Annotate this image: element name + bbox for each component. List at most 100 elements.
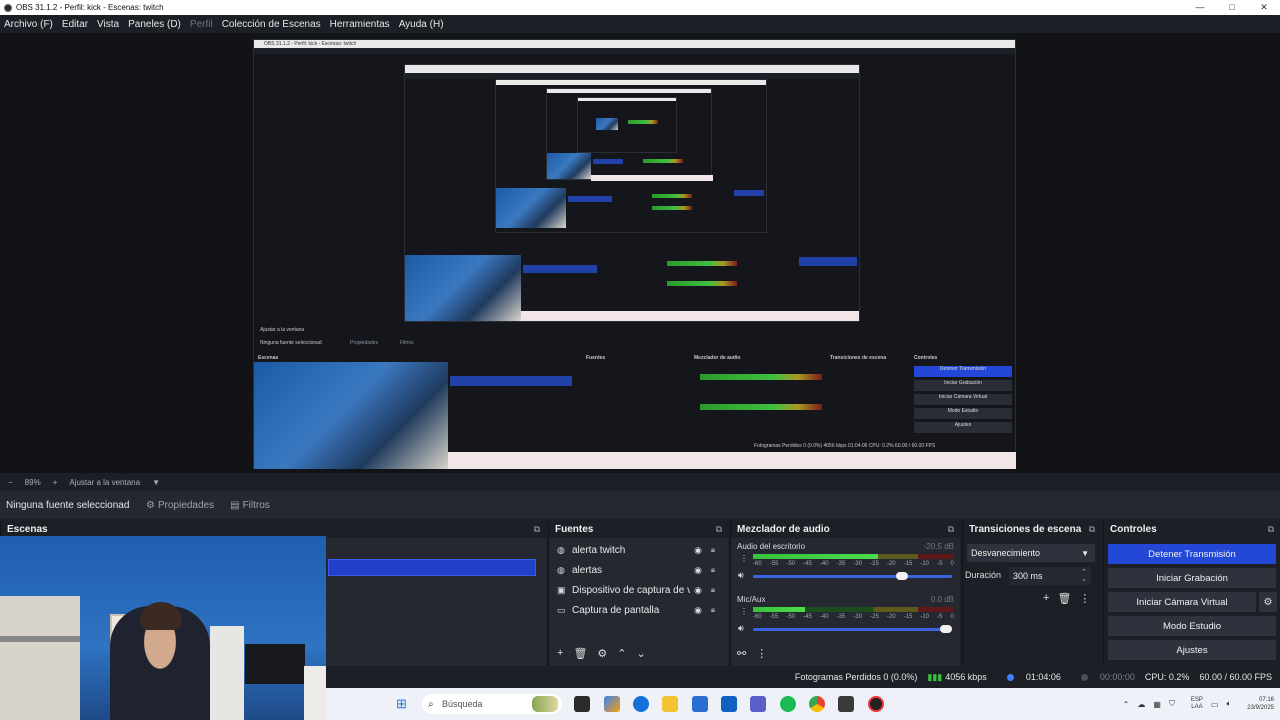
teams-icon[interactable] — [750, 696, 766, 712]
controls-dock: Controles ⧉ Detener Transmisión Iniciar … — [1103, 521, 1280, 666]
outlook-icon[interactable] — [721, 696, 737, 712]
eye-icon[interactable]: ◉ — [690, 565, 706, 576]
store-icon[interactable] — [692, 696, 708, 712]
trash-icon[interactable]: 🗑︎ — [573, 647, 587, 660]
mixer-channel-desktop: Audio del escritorio -20.5 dB ⋮ -60 -55 -5… — [731, 542, 960, 590]
start-virtual-camera-button[interactable]: Iniciar Cámara Virtual — [1108, 592, 1256, 612]
lock-icon[interactable]: 🔒︎ — [706, 565, 720, 575]
clock[interactable]: 07:16 23/9/2025 — [1239, 696, 1274, 712]
dock-undock-icon[interactable]: ⧉ — [534, 524, 540, 535]
gear-icon[interactable]: ⚙ — [597, 647, 607, 660]
menu-vista[interactable]: Vista — [97, 19, 119, 30]
lock-icon[interactable]: 🔒︎ — [706, 605, 720, 615]
start-recording-button[interactable]: Iniciar Grabación — [1108, 568, 1276, 588]
chevron-up-icon[interactable]: ⌃ — [617, 647, 626, 660]
source-item[interactable]: ◍ alerta twitch ◉ 🔒︎ — [549, 540, 728, 560]
menu-paneles[interactable]: Paneles (D) — [128, 19, 181, 30]
volume-slider[interactable] — [753, 625, 952, 633]
stop-stream-button[interactable]: Detener Transmisión — [1108, 544, 1276, 564]
zoom-in-button[interactable]: + — [53, 478, 58, 487]
add-source-icon[interactable]: + — [557, 647, 563, 659]
meter-ticks: -60 -55 -50 -45 -40 -35 -30 -25 -20 -15 -10 -5 0 — [753, 561, 954, 569]
volume-icon[interactable]: 🔊︎ — [738, 570, 744, 581]
dropped-frames: Fotogramas Perdidos 0 (0.0%) — [794, 672, 918, 682]
obs-icon[interactable] — [868, 696, 884, 712]
eye-icon[interactable]: ◉ — [690, 585, 706, 596]
minimize-button[interactable]: — — [1184, 0, 1216, 15]
more-options-icon[interactable]: ⋮ — [1079, 592, 1090, 605]
maximize-button[interactable]: □ — [1216, 0, 1248, 15]
app-icon[interactable] — [838, 696, 854, 712]
taskbar-search[interactable]: ⌕ Búsqueda — [422, 694, 562, 714]
scene-item-selected[interactable] — [328, 559, 536, 576]
menu-herramientas[interactable]: Herramientas — [330, 19, 390, 30]
dock-undock-icon[interactable]: ⧉ — [948, 524, 954, 535]
spotify-icon[interactable] — [780, 696, 796, 712]
lock-icon[interactable]: 🔒︎ — [706, 545, 720, 555]
chrome-icon[interactable] — [809, 696, 825, 712]
source-item[interactable]: ▭ Captura de pantalla ◉ 🔒︎ — [549, 600, 728, 620]
task-view-icon[interactable] — [574, 696, 590, 712]
spinner-icon[interactable]: ⌃ ⌄ — [1081, 569, 1087, 583]
dock-undock-icon[interactable]: ⧉ — [1089, 524, 1095, 535]
nested-studio-button: Modo Estudio — [914, 408, 1012, 419]
filters-button[interactable]: ▤ Filtros — [230, 500, 270, 511]
more-options-icon[interactable]: ⋮ — [756, 647, 767, 660]
network-icon[interactable]: ▦ — [1153, 700, 1161, 709]
dock-undock-icon[interactable]: ⧉ — [1268, 524, 1274, 535]
security-icon[interactable]: ⛉ — [1169, 699, 1175, 709]
settings-button[interactable]: Ajustes — [1108, 640, 1276, 660]
trash-icon[interactable]: 🗑︎ — [1057, 592, 1071, 605]
lock-icon[interactable]: 🔒︎ — [706, 585, 720, 595]
speaker-icon[interactable]: 🔈︎ — [1226, 699, 1231, 709]
menu-archivo[interactable]: Archivo (F) — [4, 19, 53, 30]
dock-undock-icon[interactable]: ⧉ — [716, 524, 722, 535]
link-icon[interactable]: ⚯ — [737, 647, 746, 660]
chevron-down-icon[interactable]: ⌄ — [637, 647, 646, 660]
volume-slider-knob[interactable] — [940, 625, 952, 633]
transition-select[interactable]: Desvanecimiento ▼ — [967, 544, 1095, 562]
eye-icon[interactable]: ◉ — [690, 545, 706, 556]
source-item[interactable]: ◍ alertas ◉ 🔒︎ — [549, 560, 728, 580]
language-indicator[interactable]: ESP LAA — [1183, 697, 1203, 711]
nested-obs-window-level4 — [546, 88, 713, 181]
zoom-value: 89% — [24, 477, 41, 487]
volume-slider[interactable] — [753, 572, 952, 580]
source-item[interactable]: ▣ Dispositivo de captura de vídeo ◉ 🔒︎ — [549, 580, 728, 600]
audio-meter-level — [753, 607, 806, 612]
properties-button[interactable]: ⚙ Propiedades — [146, 500, 214, 511]
duration-input[interactable]: 300 ms ⌃ ⌄ — [1009, 567, 1091, 585]
studio-mode-button[interactable]: Modo Estudio — [1108, 616, 1276, 636]
display-icon[interactable]: ▭ — [1211, 700, 1219, 709]
meter-tick-label: -40 — [819, 561, 829, 567]
edge-icon[interactable] — [633, 696, 649, 712]
cloud-icon[interactable]: ☁ — [1137, 700, 1145, 709]
add-transition-icon[interactable]: + — [1043, 592, 1049, 605]
virtual-camera-settings-icon[interactable]: ⚙ — [1259, 592, 1277, 612]
copilot-icon[interactable] — [604, 696, 620, 712]
nested3-meter-1 — [652, 194, 692, 198]
menu-editar[interactable]: Editar — [62, 19, 88, 30]
windows-start-icon[interactable]: ⊞ — [396, 697, 412, 711]
menu-perfil[interactable]: Perfil — [190, 19, 213, 30]
preview-canvas[interactable]: OBS 31.1.2 - Perfil: kick - Escenas: twi… — [0, 33, 1280, 473]
signal-icon: ▮▮▮ — [927, 671, 943, 682]
fit-to-window-label[interactable]: Ajustar a la ventana — [69, 478, 140, 487]
zoom-out-button[interactable]: − — [8, 478, 13, 487]
nested-scenes-title: Escenas — [258, 355, 279, 361]
webcam-shelf-board — [0, 636, 80, 642]
close-button[interactable]: ✕ — [1248, 0, 1280, 15]
chevron-up-icon[interactable]: ⌃ — [1123, 700, 1130, 709]
eye-icon[interactable]: ◉ — [690, 605, 706, 616]
file-explorer-icon[interactable] — [662, 696, 678, 712]
zoom-dropdown-icon[interactable]: ▼ — [152, 478, 160, 487]
menu-coleccion-escenas[interactable]: Colección de Escenas — [222, 19, 321, 30]
properties-label: Propiedades — [157, 499, 215, 511]
volume-icon[interactable]: 🔊︎ — [738, 623, 744, 634]
menu-ayuda[interactable]: Ayuda (H) — [399, 19, 444, 30]
nested3-scene-selected — [568, 196, 612, 202]
volume-slider-knob[interactable] — [896, 572, 909, 580]
nested4-webcam — [547, 153, 591, 179]
channel-menu-icon[interactable]: ⋮ — [740, 554, 748, 563]
channel-menu-icon[interactable]: ⋮ — [740, 607, 748, 616]
